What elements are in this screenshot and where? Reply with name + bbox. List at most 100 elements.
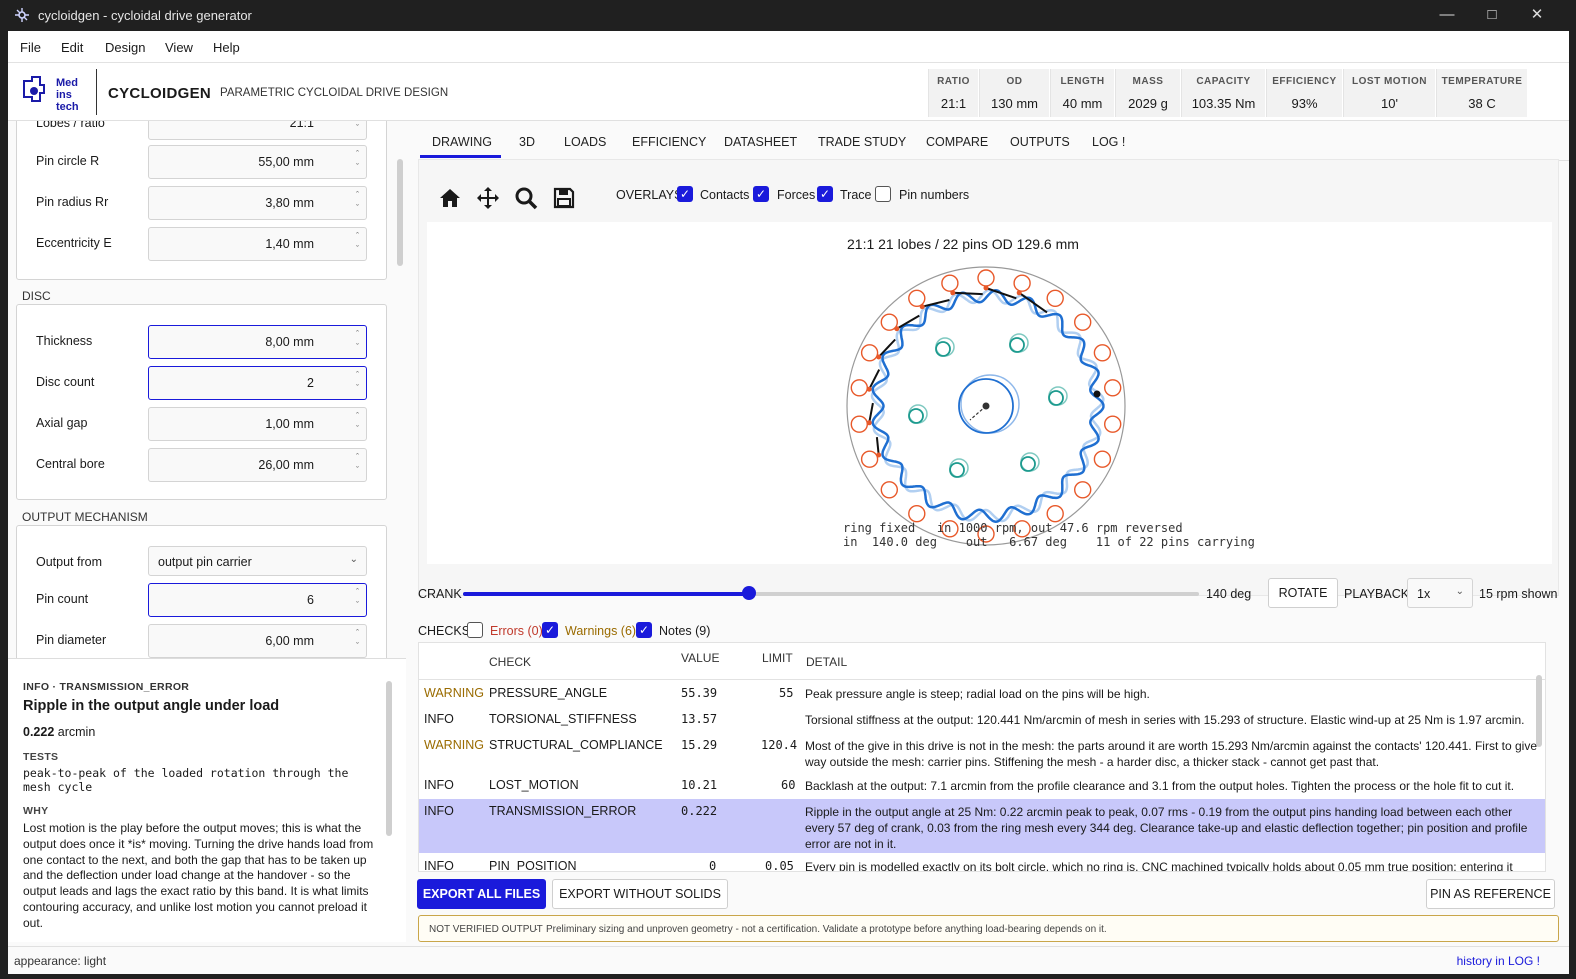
- ring-pin: [1093, 344, 1112, 362]
- output-pin: [1020, 456, 1036, 472]
- output-hole: [908, 404, 928, 424]
- stat-efficiency: EFFICIENCY 93%: [1266, 69, 1342, 117]
- tab-outputs[interactable]: OUTPUTS: [1010, 135, 1070, 149]
- table-scrollbar[interactable]: [1536, 675, 1542, 747]
- table-row[interactable]: INFO LOST_MOTION 10.21 60 Backlash at th…: [419, 773, 1545, 799]
- contact-point: [894, 326, 900, 332]
- section-disc: DISC: [22, 289, 51, 303]
- contact-point: [866, 420, 872, 426]
- col-limit[interactable]: LIMIT: [762, 651, 793, 665]
- zoom-icon[interactable]: [513, 186, 539, 210]
- logo-text-tech: tech: [56, 101, 79, 113]
- ring-pin: [1104, 415, 1122, 433]
- maximize-icon[interactable]: □: [1477, 5, 1507, 25]
- pan-icon[interactable]: [475, 186, 501, 210]
- active-tab-indicator: [420, 155, 501, 158]
- output-hole: [949, 458, 969, 478]
- label-pin-diameter: Pin diameter: [36, 633, 107, 647]
- contact-point: [950, 290, 956, 296]
- playback-select[interactable]: 1x ⌄: [1407, 578, 1473, 608]
- app-header: Med ins tech CYCLOIDGEN PARAMETRIC CYCLO…: [8, 63, 1569, 121]
- menu-file[interactable]: File: [20, 40, 41, 55]
- info-why-label: WHY: [23, 805, 49, 817]
- table-row[interactable]: INFO PIN_POSITION 0 0.05 Every pin is mo…: [419, 855, 1545, 871]
- table-row[interactable]: INFO TORSIONAL_STIFFNESS 13.57 Torsional…: [419, 707, 1545, 733]
- drawing-status-line-1: ring fixed in 1000 rpm, out 47.6 rpm rev…: [843, 521, 1183, 535]
- stat-length: LENGTH 40 mm: [1050, 69, 1114, 117]
- thickness-spinbox[interactable]: 8,00 mm ˆ ˇ: [148, 325, 367, 359]
- label-thickness: Thickness: [36, 334, 93, 348]
- col-detail[interactable]: DETAIL: [806, 655, 847, 669]
- lobes-spinbox[interactable]: 21:1ˆˇ: [148, 121, 367, 140]
- ring-pin: [908, 505, 926, 523]
- label-lobes: Lobes / ratio: [36, 121, 105, 130]
- export-without-solids-button[interactable]: EXPORT WITHOUT SOLIDS: [552, 879, 728, 909]
- table-row[interactable]: WARNING PRESSURE_ANGLE 55.39 55 Peak pre…: [419, 681, 1545, 707]
- home-icon[interactable]: [437, 186, 463, 210]
- chevron-down-icon: ⌄: [349, 554, 358, 565]
- tab-loads[interactable]: LOADS: [564, 135, 606, 149]
- eccentricity-spinbox[interactable]: 1,40 mm ˆ ˇ: [148, 227, 367, 261]
- disc-count-spinbox[interactable]: 2ˆˇ: [148, 366, 367, 400]
- table-row-selected[interactable]: INFO TRANSMISSION_ERROR 0.222 Ripple in …: [419, 799, 1545, 853]
- ring-pin: [880, 481, 898, 499]
- pin-diameter-spinbox[interactable]: 6,00 mm ˆ ˇ: [148, 624, 367, 658]
- contact-point: [866, 386, 872, 392]
- notes-checkbox[interactable]: ✓: [636, 622, 652, 638]
- forces-checkbox[interactable]: ✓: [753, 186, 769, 202]
- pin-count-spinbox[interactable]: 6ˆˇ: [148, 583, 367, 617]
- warnings-checkbox[interactable]: ✓: [542, 622, 558, 638]
- stat-ratio: RATIO 21:1: [928, 69, 978, 117]
- menu-edit[interactable]: Edit: [61, 40, 83, 55]
- not-verified-banner: NOT VERIFIED OUTPUT · Preliminary sizing…: [418, 915, 1559, 942]
- central-bore-spinbox[interactable]: 26,00 mm ˆ ˇ: [148, 448, 367, 482]
- pin-radius-spinbox[interactable]: 3,80 mm ˆ ˇ: [148, 186, 367, 220]
- col-check[interactable]: CHECK: [489, 655, 531, 669]
- drive-drawing-canvas[interactable]: 21:1 21 lobes / 22 pins OD 129.6 mm ring…: [427, 222, 1552, 564]
- tab-drawing[interactable]: DRAWING: [432, 135, 492, 149]
- info-scrollbar[interactable]: [386, 681, 392, 836]
- table-row[interactable]: WARNING STRUCTURAL_COMPLIANCE 15.29 120.…: [419, 733, 1545, 773]
- crank-slider[interactable]: [463, 592, 1199, 596]
- info-value: 0.222 arcmin: [23, 725, 96, 739]
- tab-datasheet[interactable]: DATASHEET: [724, 135, 797, 149]
- stat-mass: MASS 2029 g: [1115, 69, 1180, 117]
- label-disc-count: Disc count: [36, 375, 95, 389]
- save-icon[interactable]: [551, 186, 577, 210]
- errors-checkbox[interactable]: [467, 622, 483, 638]
- rotate-button[interactable]: ROTATE: [1268, 578, 1338, 608]
- axial-gap-spinbox[interactable]: 1,00 mm ˆ ˇ: [148, 407, 367, 441]
- close-icon[interactable]: ✕: [1522, 5, 1552, 25]
- param-scrollbar[interactable]: [397, 159, 403, 266]
- section-output-mechanism: OUTPUT MECHANISM: [22, 510, 148, 524]
- menu-help[interactable]: Help: [213, 40, 240, 55]
- output-hole: [935, 337, 955, 357]
- col-value[interactable]: VALUE: [681, 651, 719, 665]
- output-hole: [1048, 386, 1068, 406]
- output-from-select[interactable]: output pin carrier ⌄: [148, 546, 367, 576]
- pin-as-reference-button[interactable]: PIN AS REFERENCE: [1426, 879, 1555, 909]
- tab-efficiency[interactable]: EFFICIENCY: [632, 135, 706, 149]
- tab-trade-study[interactable]: TRADE STUDY: [818, 135, 906, 149]
- ring-pin: [1093, 450, 1112, 468]
- output-pin: [908, 408, 924, 424]
- crank-slider-handle[interactable]: [742, 586, 757, 600]
- minimize-icon[interactable]: —: [1432, 5, 1462, 25]
- brand-subtitle: PARAMETRIC CYCLOIDAL DRIVE DESIGN: [220, 87, 449, 99]
- logo-text-ins: ins: [56, 89, 72, 101]
- trace-checkbox[interactable]: ✓: [817, 186, 833, 202]
- tab-3d[interactable]: 3D: [519, 135, 535, 149]
- tab-compare[interactable]: COMPARE: [926, 135, 988, 149]
- contact-point: [919, 304, 925, 310]
- pin-circle-spinbox[interactable]: 55,00 mm ˆ ˇ: [148, 145, 367, 179]
- output-hole: [1009, 333, 1029, 353]
- contacts-label: Contacts: [700, 188, 750, 202]
- export-all-button[interactable]: EXPORT ALL FILES: [417, 879, 546, 909]
- menu-view[interactable]: View: [165, 40, 193, 55]
- history-link[interactable]: history in LOG !: [1457, 954, 1540, 968]
- contacts-checkbox[interactable]: ✓: [677, 186, 693, 202]
- pin-numbers-checkbox[interactable]: [875, 186, 891, 202]
- cycloid-drive-figure: [846, 266, 1126, 546]
- tab-log[interactable]: LOG !: [1092, 135, 1125, 149]
- menu-design[interactable]: Design: [105, 40, 145, 55]
